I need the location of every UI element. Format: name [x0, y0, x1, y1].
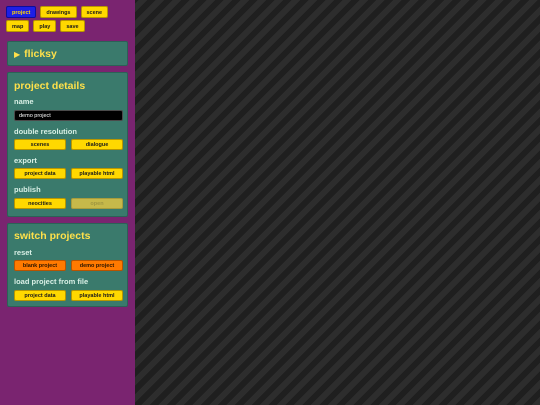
load-row: project data playable html	[14, 290, 123, 301]
nav-drawings-button[interactable]: drawings	[40, 6, 77, 18]
publish-open-button[interactable]: open	[71, 198, 123, 209]
flicksy-panel[interactable]: ▶ flicksy	[7, 41, 128, 66]
double-resolution-scenes-button[interactable]: scenes	[14, 139, 66, 150]
reset-demo-project-button[interactable]: demo project	[71, 260, 123, 271]
expand-arrow-icon: ▶	[14, 50, 21, 59]
top-nav: project drawings scene map play save	[6, 6, 130, 32]
publish-neocities-button[interactable]: neocities	[14, 198, 66, 209]
nav-project-button[interactable]: project	[6, 6, 37, 18]
nav-scene-button[interactable]: scene	[80, 6, 109, 18]
reset-blank-project-button[interactable]: blank project	[14, 260, 66, 271]
nav-play-button[interactable]: play	[33, 20, 57, 32]
load-playable-html-button[interactable]: playable html	[71, 290, 123, 301]
name-label: name	[14, 97, 34, 106]
publish-label: publish	[14, 185, 41, 194]
project-details-title: project details	[14, 80, 86, 92]
flicksy-title-text: flicksy	[24, 48, 57, 60]
export-playable-html-button[interactable]: playable html	[71, 168, 123, 179]
export-row: project data playable html	[14, 168, 123, 179]
reset-row: blank project demo project	[14, 260, 123, 271]
export-label: export	[14, 156, 37, 165]
load-project-label: load project from file	[14, 277, 89, 286]
switch-projects-title: switch projects	[14, 230, 91, 242]
project-details-panel: project details name demo project double…	[7, 72, 128, 217]
double-resolution-row: scenes dialogue	[14, 139, 123, 150]
load-project-data-button[interactable]: project data	[14, 290, 66, 301]
sidebar: project drawings scene map play save ▶ fl…	[0, 0, 135, 405]
canvas-area[interactable]	[135, 0, 540, 405]
publish-row: neocities open	[14, 198, 123, 209]
nav-save-button[interactable]: save	[60, 20, 85, 32]
project-name-input[interactable]: demo project	[14, 110, 123, 121]
reset-label: reset	[14, 248, 32, 257]
export-project-data-button[interactable]: project data	[14, 168, 66, 179]
nav-map-button[interactable]: map	[6, 20, 30, 32]
double-resolution-dialogue-button[interactable]: dialogue	[71, 139, 123, 150]
double-resolution-label: double resolution	[14, 127, 77, 136]
flicksy-panel-title[interactable]: ▶ flicksy	[14, 48, 57, 60]
switch-projects-panel: switch projects reset blank project demo…	[7, 223, 128, 307]
